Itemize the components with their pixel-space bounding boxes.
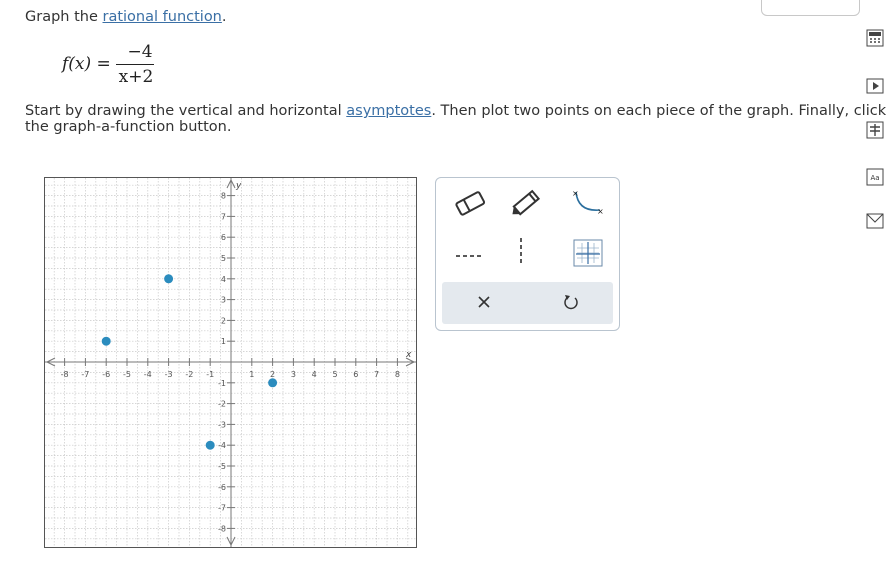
instructions-line2: the graph-a-function button. — [25, 119, 232, 135]
x-tick-label: 3 — [291, 370, 296, 379]
y-tick-label: 6 — [221, 233, 226, 242]
y-tick-label: -5 — [218, 462, 226, 471]
curve-function-icon[interactable]: × × — [566, 186, 606, 218]
instructions: Start by drawing the vertical and horizo… — [25, 103, 886, 135]
plotted-point[interactable] — [101, 336, 111, 346]
fraction-bar — [116, 64, 154, 65]
tool-panel: × × — [435, 177, 620, 331]
y-tick-label: 4 — [221, 275, 226, 284]
formula-denominator: x+2 — [118, 67, 154, 87]
plotted-point[interactable] — [205, 440, 215, 450]
y-tick-label: 5 — [221, 254, 226, 263]
y-axis-label: y — [235, 181, 242, 191]
x-tick-label: -3 — [165, 370, 173, 379]
y-tick-label: -7 — [218, 504, 226, 513]
close-icon[interactable] — [476, 294, 492, 310]
plotted-point[interactable] — [268, 378, 278, 388]
graph-a-function-icon[interactable] — [573, 239, 603, 267]
y-tick-label: -3 — [218, 420, 226, 429]
instructions-part1: Start by drawing the vertical and horizo… — [25, 103, 347, 119]
x-tick-label: -7 — [81, 370, 89, 379]
x-tick-label: -4 — [144, 370, 152, 379]
tool-footer — [442, 282, 613, 324]
y-tick-label: 7 — [221, 212, 226, 221]
y-tick-label: 3 — [221, 296, 226, 305]
asymptotes-link[interactable]: asymptotes — [346, 103, 431, 119]
x-tick-label: 6 — [353, 370, 358, 379]
y-tick-label: -4 — [218, 441, 226, 450]
table-icon[interactable] — [866, 121, 884, 139]
formula-numerator: −4 — [127, 42, 153, 62]
coordinate-plane[interactable]: x y -8 -7 -6 -5 -4 -3 -2 -1 1 2 3 4 5 6 7 8 8 7 6 5 4 3 2 1 -1 -2 -3… — [45, 178, 416, 547]
x-tick-label: 1 — [249, 370, 254, 379]
glossary-label: Aa — [870, 174, 879, 182]
x-tick-label: 2 — [270, 370, 275, 379]
glossary-icon[interactable]: Aa — [866, 168, 884, 186]
intro-suffix: . — [221, 9, 227, 25]
y-tick-label: 8 — [221, 192, 226, 201]
x-tick-label: -6 — [102, 370, 110, 379]
formula-lhs: f(x) = — [62, 54, 111, 74]
mail-icon[interactable] — [866, 213, 884, 229]
graph-area[interactable]: x y -8 -7 -6 -5 -4 -3 -2 -1 1 2 3 4 5 6 7 8 8 7 6 5 4 3 2 1 -1 -2 -3… — [44, 177, 417, 548]
calculator-icon[interactable] — [866, 29, 884, 47]
y-tick-label: 1 — [221, 337, 226, 346]
undo-icon[interactable] — [562, 293, 580, 311]
answer-box[interactable] — [761, 0, 860, 16]
x-tick-label: 8 — [395, 370, 400, 379]
pencil-icon[interactable] — [508, 188, 546, 216]
x-tick-label: -2 — [185, 370, 193, 379]
y-tick-label: 2 — [221, 316, 226, 325]
x-axis-label: x — [405, 350, 412, 360]
plotted-point[interactable] — [164, 274, 174, 284]
x-tick-label: -8 — [61, 370, 69, 379]
instructions-part2: . Then plot two points on each piece of … — [431, 103, 886, 119]
y-tick-label: -2 — [218, 400, 226, 409]
dashed-line-icon[interactable] — [456, 246, 484, 257]
svg-text:×: × — [597, 207, 604, 216]
intro-text: Graph the rational function. — [25, 9, 227, 25]
intro-prefix: Graph the — [25, 9, 103, 25]
vertical-asymptote-icon[interactable] — [516, 238, 526, 266]
y-tick-label: -1 — [218, 379, 226, 388]
x-tick-label: 7 — [374, 370, 379, 379]
rational-function-link[interactable]: rational function — [103, 9, 222, 25]
y-tick-label: -8 — [218, 524, 226, 533]
svg-text:×: × — [572, 189, 579, 198]
eraser-icon[interactable] — [452, 190, 488, 216]
play-icon[interactable] — [866, 78, 884, 94]
x-tick-label: -1 — [206, 370, 214, 379]
x-tick-label: 5 — [332, 370, 337, 379]
x-tick-label: -5 — [123, 370, 131, 379]
x-tick-label: 4 — [312, 370, 317, 379]
y-tick-label: -6 — [218, 483, 226, 492]
